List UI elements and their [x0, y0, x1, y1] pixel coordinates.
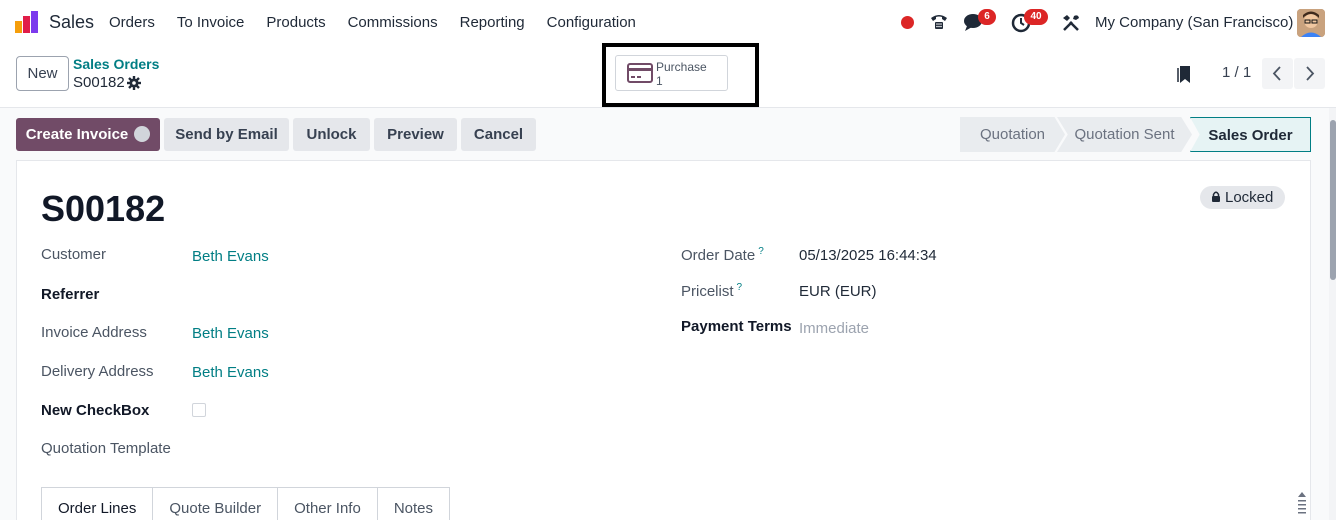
pricelist-label: Pricelist?	[681, 282, 742, 300]
control-panel: New Sales Orders S00182 Purchase 1 1 / 1	[0, 43, 1336, 108]
record-title: S00182	[41, 188, 166, 229]
order-date-label-text: Order Date	[681, 247, 756, 264]
breadcrumb-current-record: S00182	[73, 74, 125, 91]
form-tabs: Order Lines Quote Builder Other Info Not…	[41, 487, 450, 520]
smart-button-label: Purchase	[656, 60, 707, 74]
menu-products[interactable]: Products	[255, 0, 336, 46]
activity-count-badge: 40	[1024, 9, 1048, 25]
new-checkbox[interactable]	[192, 403, 206, 417]
pricelist-label-text: Pricelist	[681, 283, 734, 300]
user-avatar[interactable]	[1297, 9, 1325, 37]
invoice-address-label: Invoice Address	[41, 324, 147, 341]
create-invoice-button[interactable]: Create Invoice	[16, 118, 160, 151]
unlock-button[interactable]: Unlock	[293, 118, 370, 151]
preview-button[interactable]: Preview	[374, 118, 457, 151]
lock-icon	[1212, 191, 1220, 203]
tab-quote-builder[interactable]: Quote Builder	[153, 487, 279, 520]
create-invoice-label: Create Invoice	[25, 126, 129, 143]
pager-previous-button[interactable]	[1262, 58, 1293, 89]
credit-card-icon	[627, 63, 653, 83]
customer-field[interactable]: Beth Evans	[192, 248, 269, 265]
menu-to-invoice[interactable]: To Invoice	[166, 0, 256, 46]
menu-orders[interactable]: Orders	[98, 0, 166, 46]
locked-badge: Locked	[1200, 186, 1285, 209]
send-by-email-button[interactable]: Send by Email	[164, 118, 289, 151]
debug-tools-icon[interactable]	[1061, 13, 1081, 33]
locked-label: Locked	[1225, 189, 1274, 206]
menu-configuration[interactable]: Configuration	[536, 0, 647, 46]
invoice-address-field[interactable]: Beth Evans	[192, 325, 269, 342]
order-date-help-icon[interactable]: ?	[758, 246, 764, 257]
stage-quotation-sent[interactable]: Quotation Sent	[1057, 117, 1192, 152]
chevron-left-icon	[1272, 66, 1281, 81]
app-name[interactable]: Sales	[49, 12, 94, 33]
chevron-right-icon	[1306, 66, 1315, 81]
stage-quotation[interactable]: Quotation	[960, 117, 1065, 152]
stage-sales-order[interactable]: Sales Order	[1190, 117, 1311, 152]
purchase-smart-button[interactable]: Purchase 1	[615, 55, 728, 91]
new-button[interactable]: New	[16, 56, 69, 91]
bookmark-icon[interactable]	[1177, 64, 1193, 84]
tab-order-lines[interactable]: Order Lines	[41, 487, 154, 520]
delivery-address-field[interactable]: Beth Evans	[192, 364, 269, 381]
order-date-field: 05/13/2025 16:44:34	[799, 247, 937, 264]
scrollbar-thumb[interactable]	[1330, 120, 1336, 280]
user-circle-icon	[134, 125, 151, 142]
sales-app-icon[interactable]	[15, 11, 39, 33]
resize-handle-icon[interactable]	[1297, 492, 1307, 520]
cancel-button[interactable]: Cancel	[461, 118, 536, 151]
tab-notes[interactable]: Notes	[377, 487, 450, 520]
delivery-address-label: Delivery Address	[41, 363, 154, 380]
gear-icon[interactable]	[127, 76, 141, 90]
new-checkbox-label: New CheckBox	[41, 402, 150, 419]
customer-label: Customer	[41, 246, 107, 263]
recording-indicator-icon[interactable]	[901, 16, 914, 29]
order-date-label: Order Date?	[681, 246, 764, 264]
menu-reporting[interactable]: Reporting	[449, 0, 536, 46]
pager-value[interactable]: 1 / 1	[1222, 64, 1251, 81]
pricelist-field: EUR (EUR)	[799, 283, 877, 300]
pricelist-help-icon[interactable]: ?	[737, 282, 743, 293]
smart-button-count: 1	[656, 74, 663, 88]
chat-count-badge: 6	[978, 9, 996, 25]
breadcrumb-sales-orders[interactable]: Sales Orders	[73, 56, 159, 72]
quotation-template-label: Quotation Template	[41, 440, 171, 457]
tab-other-info[interactable]: Other Info	[278, 487, 378, 520]
main-menu: Orders To Invoice Products Commissions R…	[98, 0, 647, 46]
payment-terms-label: Payment Terms	[681, 318, 792, 335]
phone-icon[interactable]	[929, 12, 949, 32]
company-switcher[interactable]: My Company (San Francisco)	[1095, 14, 1293, 31]
payment-terms-field: Immediate	[799, 320, 870, 337]
pager-next-button[interactable]	[1294, 58, 1325, 89]
menu-commissions[interactable]: Commissions	[337, 0, 449, 46]
referrer-label: Referrer	[41, 286, 100, 303]
